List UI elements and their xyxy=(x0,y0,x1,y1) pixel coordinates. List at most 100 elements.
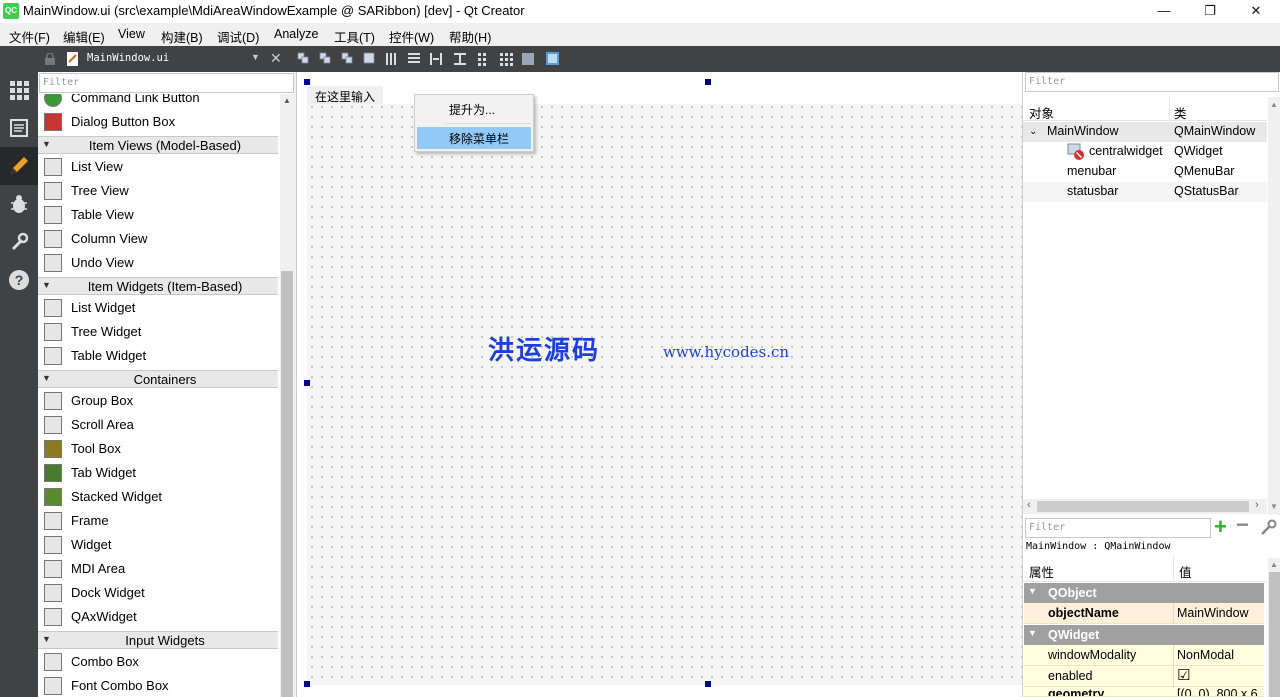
help-mode-button[interactable]: ? xyxy=(0,261,38,299)
widget-label: Column View xyxy=(71,231,148,246)
widget-list-item[interactable]: Tree View xyxy=(38,179,278,203)
widget-list-item[interactable]: Tree Widget xyxy=(38,320,278,344)
scrollbar-thumb[interactable] xyxy=(1037,501,1249,512)
property-editor-filter-input[interactable]: Filter xyxy=(1025,518,1211,538)
tree-row-menubar[interactable]: menubar QMenuBar xyxy=(1023,162,1267,182)
property-section-qobject[interactable]: ▼ QObject xyxy=(1024,583,1264,603)
widget-category-header[interactable]: ▼ Input Widgets xyxy=(38,631,278,649)
scroll-up-icon[interactable]: ▲ xyxy=(1270,560,1278,569)
widget-list-item[interactable]: List Widget xyxy=(38,296,278,320)
widget-list-item[interactable]: Table Widget xyxy=(38,344,278,368)
widget-list-item[interactable]: Frame xyxy=(38,509,278,533)
scroll-down-icon[interactable]: ▼ xyxy=(1270,502,1278,511)
projects-icon xyxy=(11,232,29,251)
remove-menubar-menu-item[interactable]: 移除菜单栏 xyxy=(417,127,531,149)
debug-mode-button[interactable] xyxy=(0,185,38,223)
property-value[interactable]: MainWindow xyxy=(1177,606,1249,620)
resize-handle[interactable] xyxy=(705,681,711,687)
widget-list-item[interactable]: Table View xyxy=(38,203,278,227)
widgetbox-filter-input[interactable]: Filter xyxy=(39,73,294,93)
widget-category-header[interactable]: ▼ Item Widgets (Item-Based) xyxy=(38,277,278,295)
menu-view[interactable]: View xyxy=(118,27,145,41)
menu-build[interactable]: 构建(B) xyxy=(161,27,203,46)
menu-help[interactable]: 帮助(H) xyxy=(449,27,491,46)
type-here-menu-entry[interactable]: 在这里输入 xyxy=(307,86,384,104)
widget-list-item[interactable]: Tab Widget xyxy=(38,461,278,485)
collapse-icon[interactable]: ⌄ xyxy=(1029,126,1037,137)
widget-list-item[interactable]: Dialog Button Box xyxy=(38,110,278,134)
widget-category-header[interactable]: ▼ Containers xyxy=(38,370,278,388)
widget-list-item[interactable]: Undo View xyxy=(38,251,278,275)
column-header-class[interactable]: 类 xyxy=(1174,103,1187,122)
close-document-icon[interactable]: ✕ xyxy=(270,50,282,67)
column-header-property[interactable]: 属性 xyxy=(1029,562,1054,581)
property-row-geometry[interactable]: geometry [(0, 0), 800 x 6 xyxy=(1024,687,1264,697)
column-header-object[interactable]: 对象 xyxy=(1029,103,1054,122)
collapse-icon[interactable]: ▼ xyxy=(1028,628,1037,638)
property-row-enabled[interactable]: enabled ☑ xyxy=(1024,666,1264,687)
scrollbar-thumb[interactable] xyxy=(281,271,293,697)
widget-list-item[interactable]: Tool Box xyxy=(38,437,278,461)
column-header-value[interactable]: 值 xyxy=(1179,562,1192,581)
widgetbox-scrollbar[interactable]: ▲ xyxy=(280,94,294,697)
tree-row-mainwindow[interactable]: ⌄ MainWindow QMainWindow xyxy=(1023,122,1267,142)
widget-list-item[interactable]: List View xyxy=(38,155,278,179)
document-dropdown-icon[interactable]: ▼ xyxy=(251,52,260,62)
widget-list-item[interactable]: QAxWidget xyxy=(38,605,278,629)
widget-list-item[interactable]: Font Combo Box xyxy=(38,674,278,697)
widget-list-item[interactable]: Combo Box xyxy=(38,650,278,674)
object-inspector-hscrollbar[interactable]: ‹ › xyxy=(1023,499,1267,514)
resize-handle[interactable] xyxy=(304,681,310,687)
property-section-qwidget[interactable]: ▼ QWidget xyxy=(1024,625,1264,645)
widget-list-item[interactable]: MDI Area xyxy=(38,557,278,581)
object-inspector-filter-input[interactable]: Filter xyxy=(1025,72,1279,92)
open-document-name[interactable]: MainWindow.ui xyxy=(87,52,169,64)
design-mode-button[interactable] xyxy=(0,147,38,185)
property-value[interactable]: [(0, 0), 800 x 6 xyxy=(1177,687,1258,696)
scroll-left-icon[interactable]: ‹ xyxy=(1027,499,1031,511)
scroll-up-icon[interactable]: ▲ xyxy=(283,96,291,105)
menu-window[interactable]: 控件(W) xyxy=(389,27,434,46)
menu-debug[interactable]: 调试(D) xyxy=(217,27,259,46)
widget-list-item[interactable]: Command Link Button xyxy=(38,94,278,110)
resize-handle[interactable] xyxy=(705,79,711,85)
widget-list-item[interactable]: Column View xyxy=(38,227,278,251)
menu-edit[interactable]: 编辑(E) xyxy=(63,27,105,46)
scroll-right-icon[interactable]: › xyxy=(1255,499,1259,511)
restore-button[interactable]: ❐ xyxy=(1187,0,1233,23)
form-canvas[interactable]: 在这里输入 xyxy=(296,72,1023,697)
minimize-button[interactable]: — xyxy=(1141,0,1187,23)
widget-list-item[interactable]: Stacked Widget xyxy=(38,485,278,509)
resize-handle[interactable] xyxy=(304,380,310,386)
main-window-form[interactable] xyxy=(307,82,1023,685)
property-editor-scrollbar[interactable]: ▲ xyxy=(1268,558,1280,697)
enabled-checkbox[interactable]: ☑ xyxy=(1177,666,1190,684)
property-row-objectname[interactable]: objectName MainWindow xyxy=(1024,603,1264,624)
collapse-icon[interactable]: ▼ xyxy=(1028,586,1037,596)
widget-list-item[interactable]: Group Box xyxy=(38,389,278,413)
form-editor-toolbar xyxy=(294,46,1280,72)
widget-list-item[interactable]: Widget xyxy=(38,533,278,557)
projects-mode-button[interactable] xyxy=(0,223,38,261)
remove-property-icon[interactable]: − xyxy=(1236,512,1249,538)
property-value[interactable]: NonModal xyxy=(1177,648,1234,662)
widget-category-header[interactable]: ▼ Item Views (Model-Based) xyxy=(38,136,278,154)
scroll-up-icon[interactable]: ▲ xyxy=(1270,100,1278,109)
menu-file[interactable]: 文件(F) xyxy=(9,27,50,46)
add-property-icon[interactable]: + xyxy=(1214,514,1227,540)
close-button[interactable]: ✕ xyxy=(1233,0,1279,23)
resize-handle[interactable] xyxy=(304,79,310,85)
tree-row-centralwidget[interactable]: centralwidget QWidget xyxy=(1023,142,1267,162)
edit-mode-button[interactable] xyxy=(0,109,38,147)
property-row-windowmodality[interactable]: windowModality NonModal xyxy=(1024,645,1264,666)
promote-to-menu-item[interactable]: 提升为... xyxy=(417,98,531,120)
scrollbar-thumb[interactable] xyxy=(1269,572,1280,697)
menu-tools[interactable]: 工具(T) xyxy=(334,27,375,46)
widget-list-item[interactable]: Dock Widget xyxy=(38,581,278,605)
welcome-mode-button[interactable] xyxy=(0,71,38,109)
menu-analyze[interactable]: Analyze xyxy=(274,27,318,41)
tree-row-statusbar[interactable]: statusbar QStatusBar xyxy=(1023,182,1267,202)
widget-list-item[interactable]: Scroll Area xyxy=(38,413,278,437)
configure-wrench-icon[interactable] xyxy=(1259,519,1277,537)
object-inspector-vscrollbar[interactable]: ▲ ▼ xyxy=(1268,97,1280,515)
